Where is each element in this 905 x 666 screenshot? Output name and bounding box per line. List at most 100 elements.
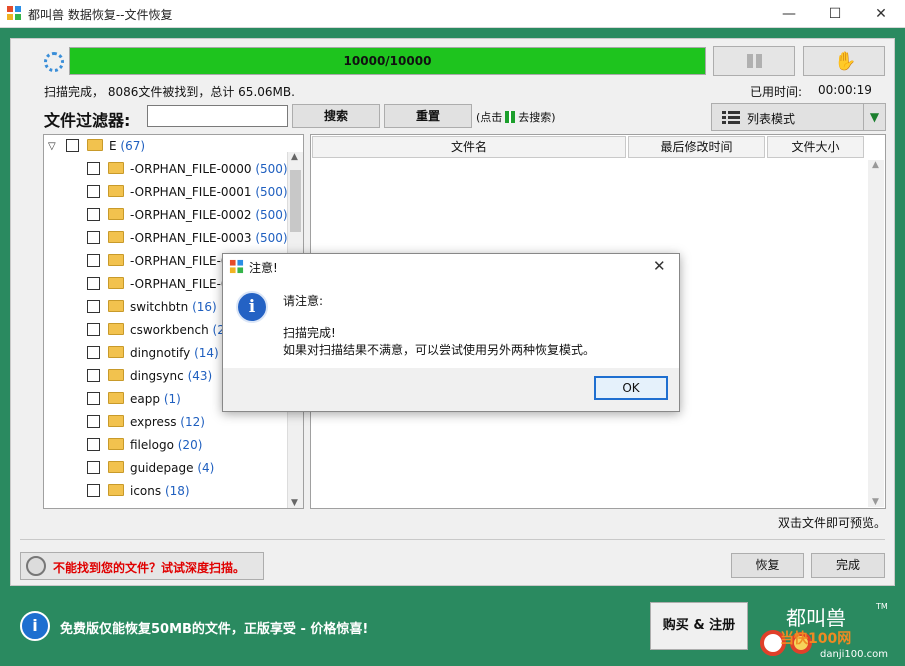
stop-hand-icon: ✋ bbox=[834, 51, 857, 72]
tree-item-count: (4) bbox=[197, 461, 215, 475]
maximize-button[interactable]: ☐ bbox=[812, 0, 858, 28]
tree-item[interactable]: guidepage (4) bbox=[87, 457, 214, 480]
tree-item[interactable]: -ORPHAN_FILE-0002 (500) bbox=[87, 204, 288, 227]
loading-spinner-icon bbox=[44, 52, 64, 72]
tree-item[interactable]: -ORPHAN_FILE-0001 (500) bbox=[87, 181, 288, 204]
tree-item-name: -ORPHAN_FILE-0000 bbox=[130, 162, 252, 176]
tree-item[interactable]: -ORPHAN_FILE-0 bbox=[87, 273, 229, 296]
folder-icon bbox=[108, 185, 124, 197]
tree-item-name: -ORPHAN_FILE-0001 bbox=[130, 185, 252, 199]
collapse-caret-icon[interactable]: ▽ bbox=[48, 135, 56, 158]
checkbox[interactable] bbox=[87, 369, 100, 382]
chevron-down-icon[interactable]: ▼ bbox=[863, 104, 885, 130]
tree-item-count: (20) bbox=[177, 438, 203, 452]
ok-button[interactable]: OK bbox=[594, 376, 668, 400]
tree-item[interactable]: -ORPHAN_FILE-0003 (500) bbox=[87, 227, 288, 250]
dialog-title: 注意! bbox=[249, 261, 278, 275]
deep-scan-button[interactable]: 不能找到您的文件？试试深度扫描。 bbox=[20, 552, 264, 580]
view-mode-label: 列表模式 bbox=[747, 112, 796, 126]
checkbox[interactable] bbox=[87, 254, 100, 267]
tree-item-count: (12) bbox=[180, 415, 205, 429]
recover-button[interactable]: 恢复 bbox=[731, 553, 804, 578]
done-button[interactable]: 完成 bbox=[811, 553, 885, 578]
tree-item[interactable]: -ORPHAN_FILE-0 bbox=[87, 250, 229, 273]
scroll-up-icon[interactable]: ▲ bbox=[291, 152, 298, 162]
column-header-mtime[interactable]: 最后修改时间 bbox=[628, 136, 765, 158]
folder-icon bbox=[108, 415, 124, 427]
tree-item-count: (16) bbox=[192, 300, 217, 314]
tree-item-count: (500) bbox=[255, 185, 288, 199]
filter-input[interactable] bbox=[147, 105, 288, 127]
pause-button[interactable] bbox=[713, 46, 795, 76]
reset-button[interactable]: 重置 bbox=[384, 104, 472, 128]
dialog-close-button[interactable]: ✕ bbox=[653, 257, 666, 275]
checkbox[interactable] bbox=[87, 484, 100, 497]
checkbox[interactable] bbox=[87, 300, 100, 313]
tree-item-name: -ORPHAN_FILE-0003 bbox=[130, 231, 252, 245]
tree-item[interactable]: eapp (1) bbox=[87, 388, 181, 411]
preview-hint: 双击文件即可预览。 bbox=[778, 516, 887, 530]
checkbox[interactable] bbox=[87, 415, 100, 428]
tree-item[interactable]: filelogo (20) bbox=[87, 434, 202, 457]
checkbox[interactable] bbox=[66, 139, 79, 152]
folder-icon bbox=[87, 139, 103, 151]
tree-item[interactable]: csworkbench (28 bbox=[87, 319, 232, 342]
folder-icon bbox=[108, 346, 124, 358]
checkbox[interactable] bbox=[87, 277, 100, 290]
tree-item[interactable]: dingsync (43) bbox=[87, 365, 212, 388]
scroll-down-icon[interactable]: ▼ bbox=[872, 497, 879, 507]
stop-button[interactable]: ✋ bbox=[803, 46, 885, 76]
tree-root-row[interactable]: ▽ E (67) bbox=[44, 135, 284, 158]
progress-text: 10000/10000 bbox=[343, 54, 432, 68]
tree-item[interactable]: switchbtn (16) bbox=[87, 296, 217, 319]
deep-scan-label: 不能找到您的文件？试试深度扫描。 bbox=[53, 561, 246, 575]
checkbox[interactable] bbox=[87, 162, 100, 175]
tree-item-count: (14) bbox=[194, 346, 219, 360]
scroll-thumb[interactable] bbox=[290, 170, 301, 232]
scroll-up-icon[interactable]: ▲ bbox=[872, 160, 879, 170]
checkbox[interactable] bbox=[87, 392, 100, 405]
elapsed-time-label: 已用时间: bbox=[750, 85, 803, 99]
watermark-url: danji100.com bbox=[820, 649, 888, 660]
view-mode-dropdown[interactable]: 列表模式 ▼ bbox=[711, 103, 886, 131]
tree-item-name: dingnotify bbox=[130, 346, 191, 360]
hint-prefix: (点击 bbox=[476, 111, 503, 124]
checkbox[interactable] bbox=[87, 438, 100, 451]
search-button[interactable]: 搜索 bbox=[292, 104, 380, 128]
file-list-scrollbar[interactable]: ▲ ▼ bbox=[868, 160, 884, 507]
tree-item[interactable]: express (12) bbox=[87, 411, 205, 434]
tree-item-name: dingsync bbox=[130, 369, 184, 383]
tree-item-count: (500) bbox=[255, 162, 288, 176]
minimize-button[interactable]: — bbox=[766, 0, 812, 28]
tree-item-count: (500) bbox=[255, 208, 288, 222]
go-search-icon bbox=[505, 111, 516, 123]
column-header-size[interactable]: 文件大小 bbox=[767, 136, 864, 158]
title-bar: 都叫兽 数据恢复--文件恢复 — ☐ ✕ bbox=[0, 0, 905, 28]
checkbox[interactable] bbox=[87, 323, 100, 336]
trademark: TM bbox=[876, 602, 888, 611]
tree-item-count: (500) bbox=[255, 231, 288, 245]
tree-item-name: switchbtn bbox=[130, 300, 189, 314]
tree-item[interactable]: -ORPHAN_FILE-0000 (500) bbox=[87, 158, 288, 181]
tree-item[interactable]: icons (18) bbox=[87, 480, 190, 503]
close-window-button[interactable]: ✕ bbox=[858, 0, 904, 28]
scroll-down-icon[interactable]: ▼ bbox=[291, 498, 298, 508]
column-header-name[interactable]: 文件名 bbox=[312, 136, 626, 158]
tree-item-name: eapp bbox=[130, 392, 160, 406]
checkbox[interactable] bbox=[87, 185, 100, 198]
buy-register-button[interactable]: 购买 & 注册 bbox=[650, 602, 748, 650]
app-logo-icon bbox=[7, 6, 21, 20]
tree-item-name: express bbox=[130, 415, 177, 429]
watermark: 当快100网 bbox=[780, 631, 852, 647]
checkbox[interactable] bbox=[87, 461, 100, 474]
magnifier-icon bbox=[26, 556, 46, 576]
pause-icon bbox=[745, 54, 765, 68]
checkbox[interactable] bbox=[87, 231, 100, 244]
checkbox[interactable] bbox=[87, 346, 100, 359]
tree-item-count: (18) bbox=[164, 484, 190, 498]
folder-icon bbox=[108, 162, 124, 174]
tree-item-name: icons bbox=[130, 484, 162, 498]
checkbox[interactable] bbox=[87, 208, 100, 221]
dialog-line-1: 请注意: bbox=[283, 294, 324, 308]
tree-item[interactable]: dingnotify (14) bbox=[87, 342, 219, 365]
